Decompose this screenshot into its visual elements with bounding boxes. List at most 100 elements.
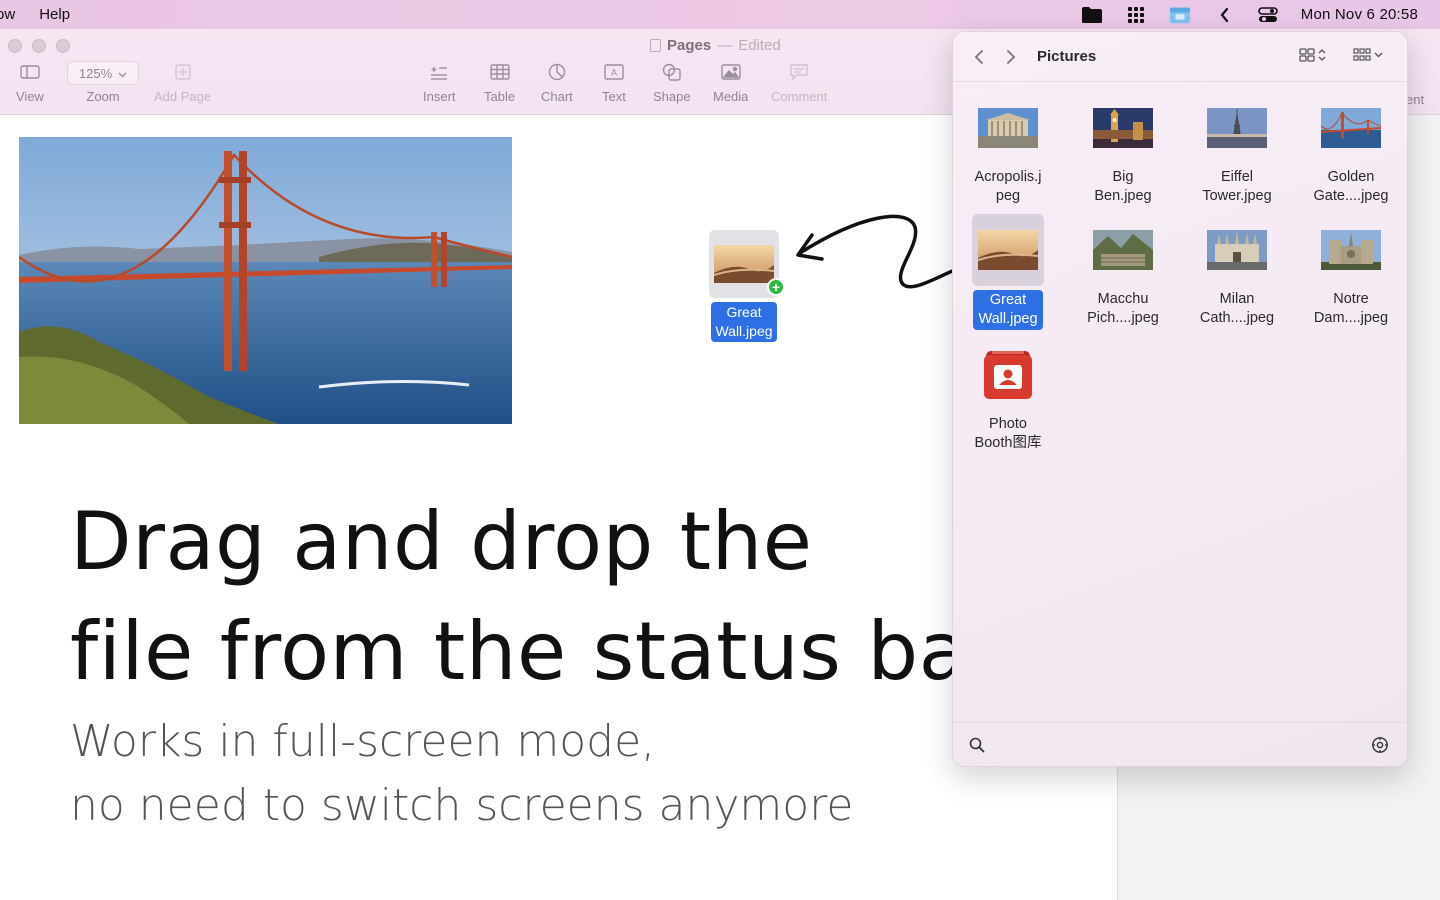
file-name: Milan Cath....jpeg	[1199, 291, 1275, 326]
close-window-button[interactable]	[8, 39, 22, 53]
file-name: Golden Gate....jpeg	[1313, 169, 1389, 204]
search-icon[interactable]	[967, 735, 987, 755]
file-item[interactable]: Eiffel Tower.jpeg	[1180, 92, 1294, 206]
menu-help[interactable]: Help	[39, 6, 70, 23]
title-separator: —	[717, 37, 733, 54]
group-view-icon	[1353, 48, 1371, 61]
comment-icon	[789, 59, 809, 85]
svg-text:A: A	[611, 68, 617, 78]
subheading-line-2: no need to switch screens anymore	[70, 780, 854, 831]
media-icon	[721, 59, 741, 85]
subheading-line-1: Works in full-screen mode,	[70, 716, 656, 767]
document-subheading[interactable]: Works in full-screen mode, no need to sw…	[70, 710, 853, 838]
document-button-label[interactable]: ent	[1406, 92, 1424, 107]
back-button[interactable]	[969, 47, 989, 67]
insert-button[interactable]: Insert	[423, 59, 456, 104]
minimize-window-button[interactable]	[32, 39, 46, 53]
headline-line-2: file from the status bar	[70, 605, 1002, 698]
file-thumbnail	[972, 92, 1044, 164]
menu-window[interactable]: ow	[0, 6, 15, 23]
zoom-window-button[interactable]	[56, 39, 70, 53]
grid-view-icon	[1299, 48, 1315, 62]
file-thumbnail	[1201, 214, 1273, 286]
file-name: Big Ben.jpeg	[1094, 169, 1152, 204]
group-by-menu[interactable]	[1353, 48, 1383, 62]
document-headline[interactable]: Drag and drop the file from the status b…	[70, 487, 1002, 707]
table-label: Table	[484, 89, 516, 104]
drag-direction-arrow-icon	[796, 214, 964, 289]
control-center-icon[interactable]	[1257, 5, 1279, 25]
zoom-value: 125%	[78, 65, 113, 81]
up-down-chevron-icon	[1318, 49, 1326, 61]
add-page-button[interactable]: Add Page	[154, 59, 211, 104]
gear-icon[interactable]	[1370, 735, 1390, 755]
document-status: Edited	[738, 37, 781, 54]
text-button[interactable]: A Text	[602, 59, 626, 104]
comment-label: Comment	[771, 89, 828, 104]
insert-icon	[430, 59, 448, 85]
chevron-down-icon	[118, 66, 127, 81]
finder-window-icon[interactable]	[1169, 5, 1191, 25]
headline-line-1: Drag and drop the	[70, 495, 813, 588]
file-name: Notre Dam....jpeg	[1313, 291, 1389, 326]
comment-button[interactable]: Comment	[771, 59, 827, 104]
zoom-label: Zoom	[86, 89, 120, 104]
shape-button[interactable]: Shape	[653, 59, 691, 104]
file-thumbnail	[1315, 214, 1387, 286]
forward-button[interactable]	[1001, 47, 1021, 67]
file-name: Acropolis.j peg	[974, 169, 1042, 204]
table-button[interactable]: Table	[484, 59, 515, 104]
folder-icon[interactable]	[1081, 5, 1103, 25]
file-name: Macchu Pich....jpeg	[1087, 291, 1159, 326]
chevron-left-icon[interactable]	[1213, 5, 1235, 25]
file-item[interactable]: Notre Dam....jpeg	[1294, 214, 1407, 328]
file-name: Great Wall.jpeg	[973, 290, 1043, 330]
golden-gate-photo[interactable]	[19, 137, 512, 424]
text-box-icon: A	[604, 59, 624, 85]
table-icon	[489, 59, 510, 85]
text-label: Text	[602, 89, 626, 104]
chevron-right-icon	[1007, 50, 1016, 64]
file-name: Photo Booth图库	[974, 416, 1042, 451]
document-name[interactable]: Pages	[667, 37, 711, 54]
zoom-select[interactable]: 125%	[67, 61, 139, 85]
menu-bar: ow Help Mon Nov 6 20:58	[0, 0, 1440, 29]
photo-booth-library-icon	[972, 339, 1044, 411]
file-item[interactable]: Macchu Pich....jpeg	[1066, 214, 1180, 328]
view-label: View	[16, 89, 44, 104]
file-item[interactable]: Big Ben.jpeg	[1066, 92, 1180, 206]
file-item[interactable]: Golden Gate....jpeg	[1294, 92, 1407, 206]
folder-title: Pictures	[1037, 48, 1097, 65]
file-item[interactable]: Acropolis.j peg	[953, 92, 1065, 206]
icon-view-toggle[interactable]	[1299, 48, 1326, 62]
file-thumbnail	[1087, 92, 1159, 164]
dragged-file-label: Great Wall.jpeg	[711, 302, 777, 342]
document-title: Pages — Edited	[650, 37, 781, 54]
zoom-control[interactable]: 125% Zoom	[67, 59, 139, 104]
document-icon	[650, 39, 661, 52]
chart-label: Chart	[541, 89, 573, 104]
menubar-clock[interactable]: Mon Nov 6 20:58	[1301, 6, 1418, 23]
popover-footer	[953, 722, 1407, 766]
file-item[interactable]: Photo Booth图库	[953, 339, 1065, 453]
insert-label: Insert	[423, 89, 456, 104]
dragged-file-thumbnail: +	[709, 230, 785, 298]
shape-icon	[662, 59, 682, 85]
file-name: Eiffel Tower.jpeg	[1202, 169, 1272, 204]
file-item[interactable]: Milan Cath....jpeg	[1180, 214, 1294, 328]
window-controls	[8, 39, 70, 53]
chart-button[interactable]: Chart	[541, 59, 573, 104]
grid-apps-icon[interactable]	[1125, 5, 1147, 25]
file-thumbnail	[1087, 214, 1159, 286]
dragged-file[interactable]: + Great Wall.jpeg	[708, 230, 785, 342]
shape-label: Shape	[653, 89, 691, 104]
media-button[interactable]: Media	[713, 59, 748, 104]
file-thumbnail	[1201, 92, 1273, 164]
popover-header: Pictures	[953, 32, 1407, 82]
file-thumbnail	[972, 214, 1044, 286]
file-item-selected[interactable]: Great Wall.jpeg	[953, 214, 1065, 330]
copy-plus-badge: +	[767, 278, 785, 296]
add-page-icon	[174, 59, 191, 85]
view-button[interactable]: View	[16, 59, 44, 104]
chevron-down-icon	[1374, 52, 1383, 58]
